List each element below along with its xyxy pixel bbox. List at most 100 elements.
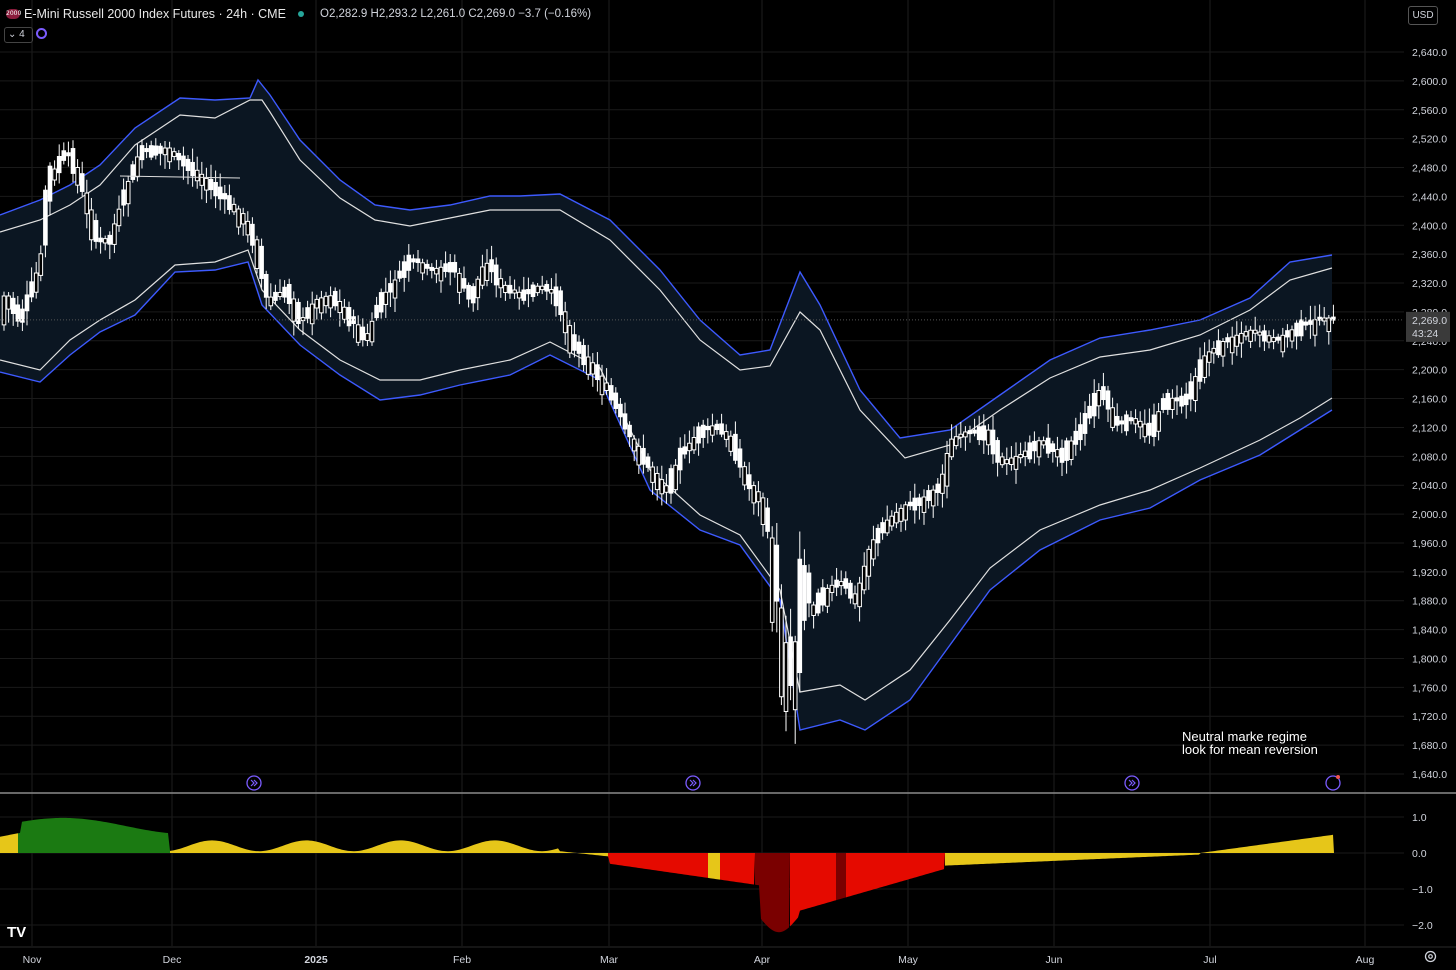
candle-body [263,273,269,298]
market-open-indicator [298,11,304,17]
candle-body [880,522,885,534]
candle-body [986,429,991,446]
candle-body [365,333,370,341]
candle-body [981,425,987,441]
chevron-down-icon: ⌄ [8,29,17,40]
candle-body [728,435,734,452]
candle-body [1252,329,1258,334]
candle-body [1179,395,1184,407]
currency-button[interactable]: USD [1408,6,1438,25]
candle-body [1142,423,1148,438]
oscillator-area [846,853,945,898]
price-axis-label: 1,840.0 [1412,625,1447,637]
time-axis-label: Dec [163,954,182,966]
price-axis-label: 2,360.0 [1412,249,1447,261]
chart-canvas[interactable]: 2,640.0 2,600.0 2,560.0 2,520.0 2,480.0 2,440… [0,0,1456,970]
ohlc-readout: O2,282.9 H2,293.2 L2,261.0 C2,269.0 −3.7… [320,8,592,20]
candle-body [769,537,775,623]
candle-body [466,284,471,300]
candle-body [1147,422,1152,436]
candle-body [1225,337,1230,343]
candle-body [599,375,605,396]
candle-body [815,592,821,614]
oscillator-axis-label: −1.0 [1412,884,1433,896]
indicator-toggle[interactable]: ⌄ 4 [4,27,33,43]
candle-body [940,473,945,494]
candle-body [875,527,881,544]
candle-body [641,447,646,465]
price-axis-label: 1,920.0 [1412,567,1447,579]
candle-body [309,303,315,325]
oscillator [0,817,1334,933]
loading-icon[interactable] [36,28,47,39]
price-axis-label: 1,640.0 [1412,769,1447,781]
price-axis-label: 1,960.0 [1412,538,1447,550]
candle-body [834,579,839,588]
candle-body [562,311,568,334]
candle-body [282,286,287,298]
event-marker-glyph [250,779,258,787]
candle-body [411,258,416,263]
oscillator-area [945,834,1334,866]
candle-body [231,203,237,213]
oscillator-area [708,853,720,880]
time-axis-label: Jun [1046,954,1063,966]
candle-body [1174,397,1180,402]
candle-body [857,582,862,608]
candle-body [742,466,747,486]
candle-body [719,423,724,435]
candle-body [1064,440,1069,461]
price-axis-label: 2,600.0 [1412,76,1447,88]
candle-body [558,290,563,316]
candle-body [291,298,297,322]
candle-body [1124,414,1129,432]
candle-body [475,278,481,299]
candle-body [392,279,398,299]
tradingview-logo[interactable]: TV [7,924,26,941]
annotation-text[interactable]: Neutral marke regime look for mean rever… [1182,730,1318,756]
time-axis-label: Nov [23,954,42,966]
oscillator-area [18,817,170,853]
candle-body [176,152,182,161]
candle-body [618,403,623,418]
alert-dot [1336,775,1340,779]
candle-body [590,362,596,375]
candle-body [337,301,343,314]
candle-body [664,485,669,493]
candle-body [774,544,780,602]
symbol-title[interactable]: E-Mini Russell 2000 Index Futures · 24h … [24,7,286,21]
candle-body [66,152,71,157]
candle-body [549,289,554,294]
price-axis-label: 2,440.0 [1412,191,1447,203]
price-axis-label: 1,800.0 [1412,653,1447,665]
candle-body [277,292,283,298]
candle-body [121,189,126,206]
candle-body [162,147,168,156]
candle-body [553,286,559,307]
candle-body [1009,457,1014,466]
event-marker-icon [1124,775,1140,791]
candle-body [10,297,16,315]
settings-icon[interactable] [1424,950,1437,963]
candle-body [526,289,531,295]
candle-body [604,382,609,392]
candle-body [608,385,614,401]
candle-body [1022,450,1028,458]
candle-body [829,584,835,593]
candle-body [1105,390,1111,410]
candle-body [1239,332,1244,344]
candle-body [705,425,711,431]
candle-body [673,464,678,491]
candle-body [1216,340,1221,356]
symbol-logo[interactable]: 2000 [6,9,21,19]
candle-body [29,281,34,298]
candle-body [1165,393,1171,410]
candle-body [1059,447,1065,463]
candle-body [98,237,103,243]
candle-body [1151,414,1157,437]
candle-body [438,266,444,282]
price-axis-label: 2,400.0 [1412,220,1447,232]
candle-body [654,472,660,491]
candle-body [861,565,867,591]
price-axis-label: 2,560.0 [1412,105,1447,117]
